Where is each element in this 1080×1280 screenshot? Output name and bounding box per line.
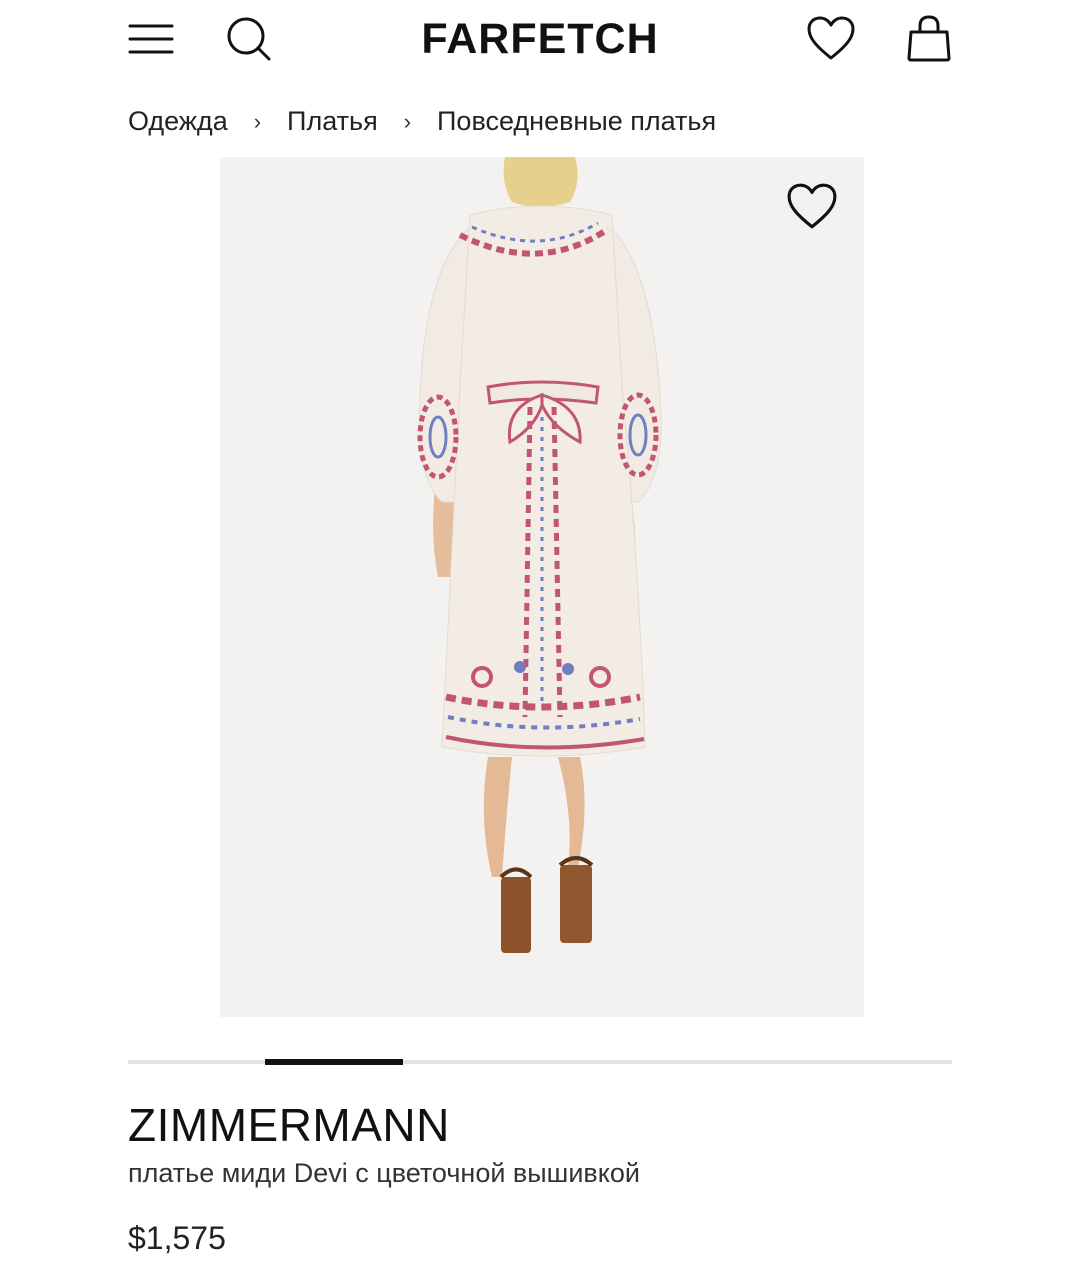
brand-logo[interactable]: FARFETCH <box>380 14 700 64</box>
breadcrumb-item-dresses[interactable]: Платья <box>287 106 378 137</box>
breadcrumb-separator: › <box>253 108 262 134</box>
breadcrumb: Одежда › Платья › Повседневные платья <box>128 106 716 137</box>
gallery-progress-indicator <box>265 1059 403 1065</box>
product-price: $1,575 <box>128 1220 226 1256</box>
breadcrumb-item-clothing[interactable]: Одежда <box>128 106 228 137</box>
product-photo-dress <box>417 157 662 953</box>
breadcrumb-item-day-dresses[interactable]: Повседневные платья <box>437 106 716 137</box>
product-name: платье миди Devi с цветочной вышивкой <box>128 1158 640 1188</box>
shopping-bag-icon[interactable] <box>904 14 954 64</box>
search-icon[interactable] <box>224 14 274 64</box>
product-brand[interactable]: ZIMMERMANN <box>128 1098 450 1152</box>
wishlist-heart-icon[interactable] <box>786 181 838 233</box>
menu-icon[interactable] <box>126 14 176 64</box>
gallery-progress-track <box>128 1059 952 1065</box>
product-image[interactable] <box>220 157 864 1017</box>
heart-icon[interactable] <box>806 14 856 64</box>
top-nav: FARFETCH <box>0 0 1080 80</box>
breadcrumb-separator: › <box>403 108 412 134</box>
